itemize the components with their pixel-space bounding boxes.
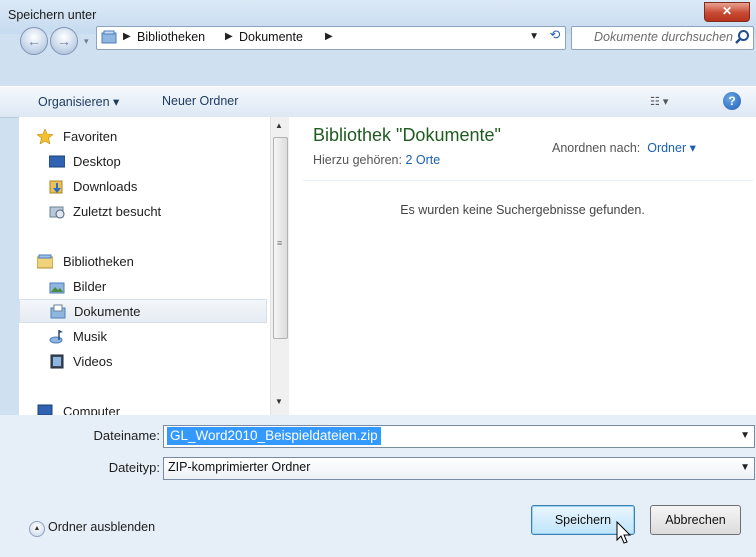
search-icon[interactable] (734, 29, 750, 45)
nav-label: Downloads (73, 179, 138, 194)
file-list-pane: Bibliothek "Dokumente" Hierzu gehören: 2… (289, 117, 756, 415)
help-icon[interactable]: ? (723, 92, 741, 110)
library-locations: Hierzu gehören: 2 Orte (313, 153, 440, 167)
libraries-icon (37, 254, 53, 269)
nav-item-desktop[interactable]: Desktop (19, 150, 267, 174)
nav-item-dokumente[interactable]: Dokumente (19, 299, 267, 323)
nav-item-zuletzt-besucht[interactable]: Zuletzt besucht (19, 200, 267, 224)
breadcrumb-bibliotheken[interactable]: Bibliotheken (137, 30, 205, 44)
navigation-pane: Favoriten Desktop Downloads Zuletzt besu… (19, 117, 271, 415)
nav-label: Bilder (73, 279, 107, 294)
search-placeholder: Dokumente durchsuchen (594, 30, 733, 44)
refresh-icon: ⟲ (549, 27, 561, 42)
chevron-down-icon[interactable]: ▼ (740, 430, 750, 441)
nav-label: Musik (73, 329, 107, 344)
nav-item-computer[interactable]: Computer (19, 400, 267, 415)
documents-icon (50, 304, 66, 319)
back-arrow-icon: ← (27, 33, 41, 49)
nav-label: Computer (63, 404, 121, 415)
breadcrumb-separator-icon: ▶ (325, 31, 333, 42)
recent-pages-dropdown[interactable]: ▾ (84, 36, 89, 47)
forward-arrow-icon: → (57, 33, 71, 49)
filename-input[interactable]: GL_Word2010_Beispieldateien.zip ▼ (163, 425, 755, 448)
filetype-label: Dateityp: (108, 460, 160, 475)
change-view-icon[interactable]: ☷ ▾ (650, 95, 668, 108)
empty-results-message: Es wurden keine Suchergebnisse gefunden. (400, 203, 645, 217)
music-icon (49, 330, 63, 344)
downloads-icon (49, 180, 63, 194)
address-bar[interactable]: ▶ Bibliotheken ▶ Dokumente ▶ ▼ (96, 26, 566, 50)
nav-item-downloads[interactable]: Downloads (19, 175, 267, 199)
nav-item-videos[interactable]: Videos (19, 350, 267, 374)
recent-places-icon (49, 206, 65, 219)
window-title: Speichern unter (8, 8, 97, 22)
filename-value[interactable]: GL_Word2010_Beispieldateien.zip (167, 427, 381, 445)
breadcrumb-separator-icon: ▶ (123, 31, 131, 42)
command-toolbar: Organisieren ▾ Neuer Ordner ☷ ▾ ? (0, 86, 756, 118)
filetype-select[interactable]: ZIP-komprimierter Ordner ▼ (163, 457, 755, 480)
nav-item-favoriten[interactable]: Favoriten (19, 125, 267, 149)
library-locations-link[interactable]: 2 Orte (405, 153, 440, 167)
breadcrumb-separator-icon: ▶ (225, 31, 233, 42)
nav-item-bibliotheken[interactable]: Bibliotheken (19, 250, 267, 274)
back-button[interactable]: ← (20, 27, 48, 55)
address-dropdown-icon[interactable]: ▼ (529, 31, 539, 42)
divider (303, 180, 753, 181)
hide-folders-label: Ordner ausblenden (48, 520, 156, 534)
refresh-button[interactable]: ⟲ (544, 27, 566, 47)
forward-button[interactable]: → (50, 27, 78, 55)
nav-label: Favoriten (63, 129, 118, 144)
breadcrumb-dokumente[interactable]: Dokumente (239, 30, 303, 44)
cancel-button[interactable]: Abbrechen (650, 505, 741, 535)
nav-label: Dokumente (74, 304, 141, 319)
grip-icon: ≡ (277, 238, 283, 248)
library-locations-label: Hierzu gehören: (313, 153, 402, 167)
filetype-value: ZIP-komprimierter Ordner (168, 460, 311, 474)
organize-menu[interactable]: Organisieren ▾ (38, 94, 119, 109)
nav-item-bilder[interactable]: Bilder (19, 275, 267, 299)
nav-label: Videos (73, 354, 113, 369)
arrange-by: Anordnen nach: Ordner ▾ (552, 140, 696, 155)
new-folder-button[interactable]: Neuer Ordner (162, 94, 238, 108)
navigation-scrollbar[interactable]: ▲ ≡ ▼ (270, 117, 289, 415)
scroll-up-icon[interactable]: ▲ (275, 121, 283, 130)
save-as-dialog: Speichern unter ✕ ← → ▾ ▶ Bibliotheken ▶… (0, 0, 756, 557)
scroll-thumb[interactable]: ≡ (273, 137, 288, 339)
collapse-up-icon: ▲ (29, 521, 45, 537)
library-title: Bibliothek "Dokumente" (313, 125, 501, 145)
scroll-down-icon[interactable]: ▼ (275, 397, 283, 406)
nav-label: Zuletzt besucht (73, 204, 162, 219)
nav-label: Bibliotheken (63, 254, 134, 269)
library-icon (101, 30, 117, 44)
close-button[interactable]: ✕ (704, 2, 750, 22)
arrange-by-dropdown[interactable]: Ordner ▾ (647, 141, 696, 155)
arrange-by-label: Anordnen nach: (552, 141, 641, 155)
computer-icon (37, 404, 53, 415)
desktop-icon (49, 155, 65, 168)
mouse-pointer-icon (616, 521, 632, 544)
star-icon (37, 129, 53, 144)
nav-label: Desktop (73, 154, 121, 169)
filename-label: Dateiname: (93, 428, 160, 443)
search-input[interactable]: Dokumente durchsuchen (571, 26, 754, 50)
videos-icon (50, 354, 64, 369)
pictures-icon (49, 282, 65, 294)
nav-item-musik[interactable]: Musik (19, 325, 267, 349)
chevron-down-icon[interactable]: ▼ (740, 462, 750, 473)
